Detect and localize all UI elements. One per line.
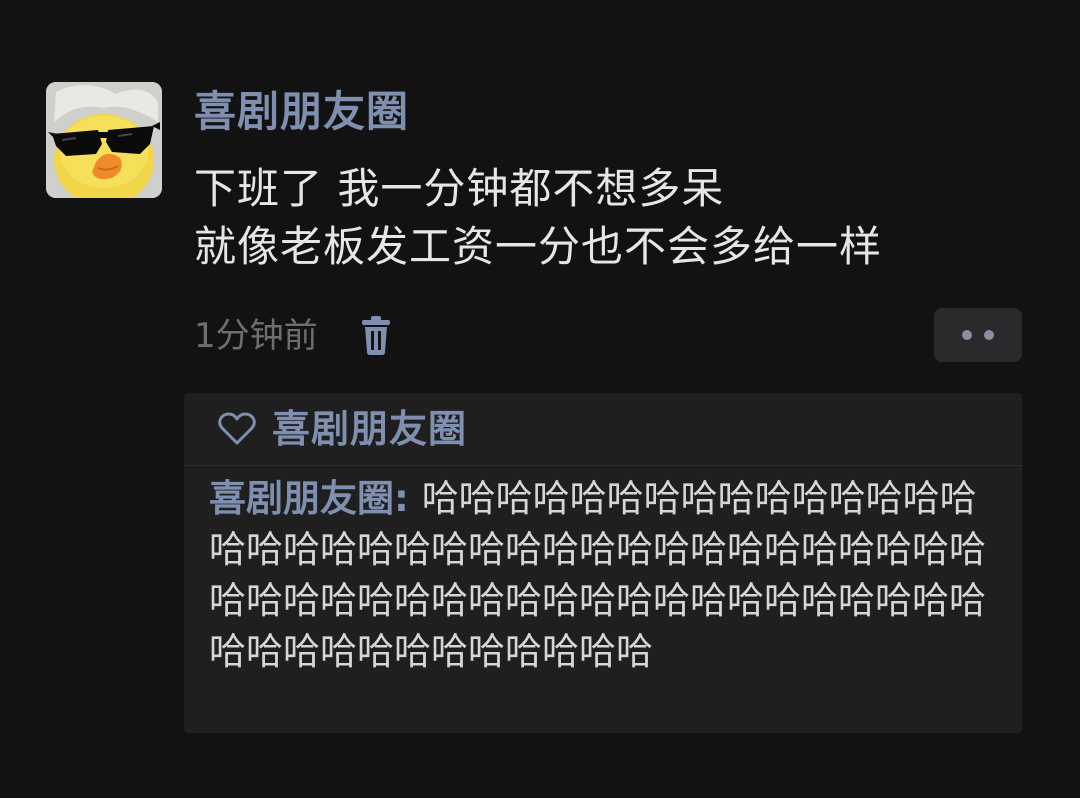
like-username[interactable]: 喜剧朋友圈 xyxy=(272,405,467,453)
comment-item[interactable]: 喜剧朋友圈: 哈哈哈哈哈哈哈哈哈哈哈哈哈哈哈哈哈哈哈哈哈哈哈哈哈哈哈哈哈哈哈哈哈… xyxy=(209,473,1009,677)
avatar[interactable] xyxy=(46,82,162,198)
delete-button[interactable] xyxy=(356,314,396,358)
more-dots-icon xyxy=(984,330,994,340)
trash-icon xyxy=(362,316,390,355)
heart-icon[interactable] xyxy=(218,412,256,446)
more-dots-icon xyxy=(962,330,972,340)
post-username[interactable]: 喜剧朋友圈 xyxy=(194,86,409,138)
post-timestamp: 1分钟前 xyxy=(194,316,318,356)
likes-row: 喜剧朋友圈 xyxy=(184,393,1022,466)
duck-sunglasses-avatar-icon xyxy=(46,82,162,198)
post-content: 下班了 我一分钟都不想多呆 就像老板发工资一分也不会多给一样 xyxy=(194,160,882,276)
interaction-panel: 喜剧朋友圈 喜剧朋友圈: 哈哈哈哈哈哈哈哈哈哈哈哈哈哈哈哈哈哈哈哈哈哈哈哈哈哈哈… xyxy=(184,393,1022,733)
comment-separator: : xyxy=(394,477,422,520)
moments-post: 喜剧朋友圈 下班了 我一分钟都不想多呆 就像老板发工资一分也不会多给一样 1分钟… xyxy=(0,0,1080,798)
post-content-line: 下班了 我一分钟都不想多呆 xyxy=(194,164,725,213)
comment-author[interactable]: 喜剧朋友圈 xyxy=(209,477,394,520)
post-content-line: 就像老板发工资一分也不会多给一样 xyxy=(194,222,883,271)
more-actions-button[interactable] xyxy=(934,308,1022,362)
